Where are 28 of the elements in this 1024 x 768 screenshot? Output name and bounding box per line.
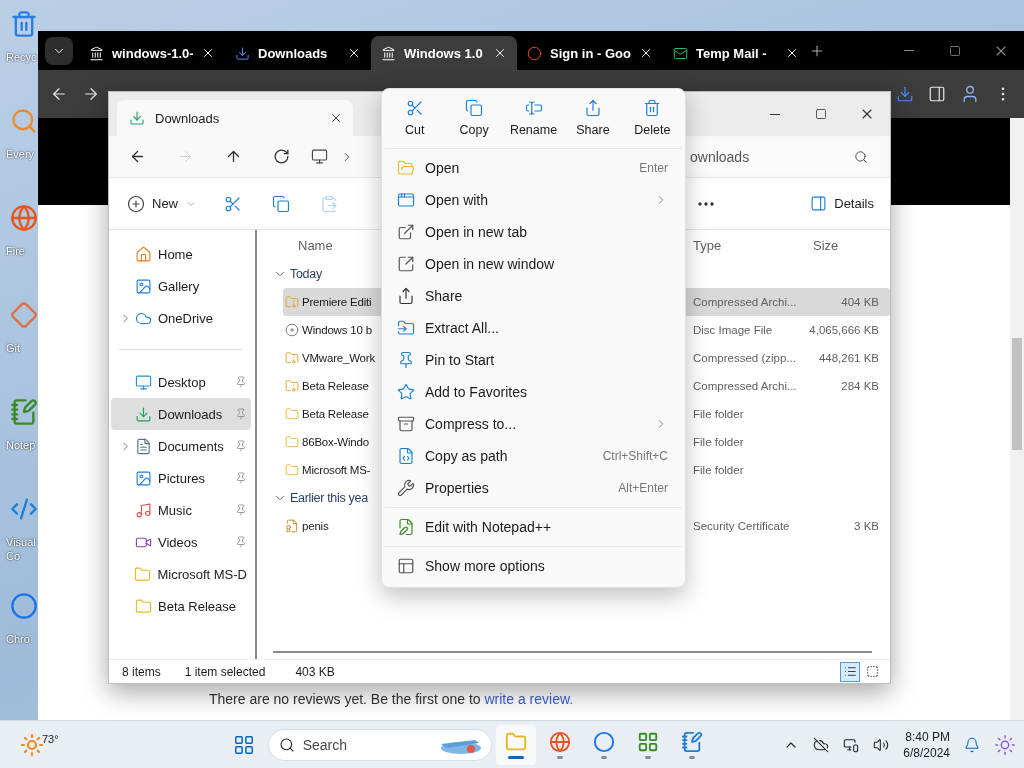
file-type: File folder [692,464,745,476]
file-type: Disc Image File [692,324,774,336]
file-type: Compressed Archi... [692,380,798,392]
file-type: File folder [692,408,745,420]
file-name: Beta Release [302,380,369,392]
file-type: File folder [692,436,745,448]
item-count: 8 items [122,664,161,679]
file-type: Compressed (zipp... [692,352,797,364]
file-name: Beta Release [302,408,369,420]
file-name: VMware_Work [302,352,375,364]
selection-count: 1 item selected [184,664,266,679]
file-size: 448,261 KB [817,352,879,364]
selection-size: 403 KB [295,664,335,679]
shortcut-hint: Alt+Enter [618,481,668,495]
file-name: Microsoft MS- [302,464,371,476]
file-size: 3 KB [853,520,879,532]
file-name: Windows 10 b [302,324,372,336]
file-name: 86Box-Windo [302,436,369,448]
shortcut-hint: Enter [639,161,668,175]
file-name: penis [302,520,329,532]
file-size: 284 KB [840,380,879,392]
file-size: 4,065,666 KB [808,324,879,336]
reviews-message: There are no reviews yet. Be the first one to write a review. [209,691,574,707]
shortcut-hint: Ctrl+Shift+C [602,449,668,463]
file-size: 404 KB [840,296,879,308]
file-type: Compressed Archi... [692,296,798,308]
file-type: Security Certificate [692,520,791,532]
file-name: Premiere Editi [302,296,372,308]
